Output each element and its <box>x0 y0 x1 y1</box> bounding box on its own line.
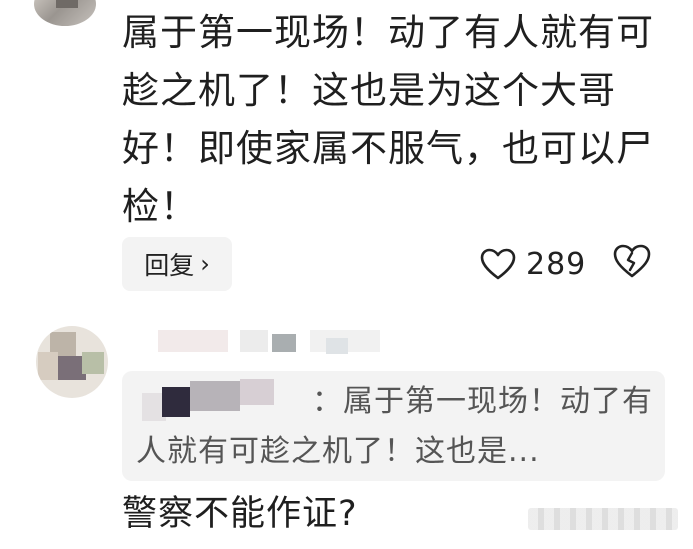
quoted-username-redacted <box>240 379 274 405</box>
quoted-comment[interactable]: ：属于第一现场！动了有人就有可趁之机了！这也是... <box>122 371 665 481</box>
avatar[interactable] <box>36 326 108 398</box>
reply-comment-text: 警察不能作证? <box>122 494 358 534</box>
reply-label: 回复 <box>144 251 195 280</box>
watermark <box>528 508 678 530</box>
comment-text: 属于第一现场！动了有人就有可趁之机了！这也是为这个大哥好！即使家属不服气，也可以… <box>122 11 654 228</box>
like-count: 289 <box>526 246 587 282</box>
location-redacted <box>326 338 348 354</box>
reply-button[interactable]: 回复 › <box>122 237 232 291</box>
avatar-image <box>82 352 104 374</box>
like-button[interactable]: 289 <box>480 243 586 285</box>
avatar-image <box>56 0 78 8</box>
username-redacted <box>240 330 268 352</box>
chevron-right-icon: › <box>200 250 210 278</box>
username-redacted <box>158 330 228 352</box>
heart-outline-icon <box>480 248 516 280</box>
quoted-username-redacted <box>162 387 190 417</box>
dislike-button[interactable] <box>612 243 652 283</box>
username-redacted <box>272 334 296 352</box>
avatar-image <box>38 352 58 380</box>
avatar[interactable] <box>34 0 96 26</box>
broken-heart-icon <box>613 244 651 278</box>
quoted-username-redacted <box>190 381 240 411</box>
